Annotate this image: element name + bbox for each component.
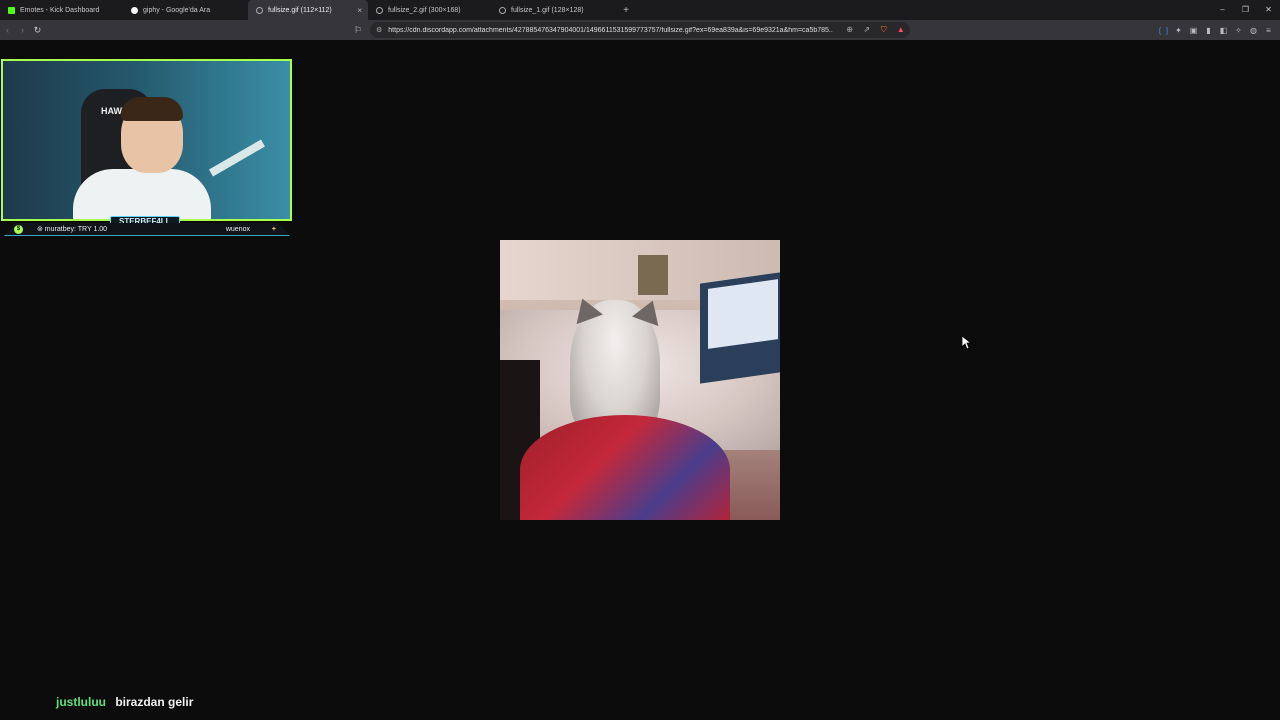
webcam-frame: HAWK: [1, 59, 292, 221]
window-controls: – ❐ ✕: [1211, 0, 1280, 20]
tab-title: fullsize.gif (112×112): [268, 6, 332, 14]
tab-title: fullsize_1.gif (128×128): [511, 6, 584, 14]
tab-fullsize-gif[interactable]: fullsize.gif (112×112) ×: [248, 0, 368, 20]
tab-title: giphy - Google'da Ara: [143, 6, 211, 14]
url-text[interactable]: https://cdn.discordapp.com/attachments/4…: [388, 27, 833, 34]
address-bar[interactable]: ⚙ https://cdn.discordapp.com/attachments…: [370, 22, 910, 38]
extensions-icon[interactable]: ✦: [1171, 26, 1186, 35]
site-settings-icon[interactable]: ⚙: [376, 26, 382, 34]
latest-follower: wuenox: [225, 225, 250, 233]
vpn-icon[interactable]: ◍: [1246, 26, 1261, 35]
google-icon: [131, 6, 138, 14]
menu-icon[interactable]: ≡: [1261, 26, 1276, 35]
tab-title: fullsize_2.gif (300×168): [388, 6, 461, 14]
ai-sparkle-icon[interactable]: ✧: [1231, 26, 1246, 35]
tab-strip: Emotes - Kick Dashboard giphy - Google'd…: [0, 0, 1280, 20]
plus-icon: +: [271, 225, 276, 233]
chat-text: birazdan gelir: [115, 695, 194, 709]
close-window-button[interactable]: ✕: [1257, 0, 1280, 20]
desk-lamp: [209, 139, 265, 177]
tab-kick-dashboard[interactable]: Emotes - Kick Dashboard: [0, 0, 123, 20]
leo-ai-icon[interactable]: ❲❳: [1156, 26, 1171, 35]
tab-fullsize-1-gif[interactable]: fullsize_1.gif (128×128): [491, 0, 614, 20]
tab-google-search[interactable]: giphy - Google'da Ara: [123, 0, 246, 20]
coin-icon: $: [14, 224, 23, 234]
sidebar-icon[interactable]: ▮: [1201, 26, 1216, 35]
bookmark-icon[interactable]: ⚐: [352, 23, 364, 37]
streamer-hair: [121, 97, 183, 121]
kick-icon: [8, 6, 15, 14]
gif-image[interactable]: [500, 240, 780, 520]
tab-title: Emotes - Kick Dashboard: [20, 6, 100, 14]
screenshot-icon[interactable]: ▣: [1186, 26, 1201, 35]
chat-username: justluluu: [56, 695, 106, 709]
reload-button[interactable]: ↻: [30, 25, 45, 36]
zoom-icon[interactable]: ⊕: [841, 25, 858, 35]
webcam-overlay: HAWK STERBEF4LL $ ⊚ muratbey: TRY 1.00 w…: [0, 59, 292, 237]
new-tab-button[interactable]: +: [620, 5, 632, 16]
back-button[interactable]: ‹: [0, 25, 15, 35]
browser-toolbar: ‹ › ↻ ⚐ ⚙ https://cdn.discordapp.com/att…: [0, 20, 1280, 40]
chat-message: justluluu birazdan gelir: [56, 695, 193, 709]
gif-blanket: [520, 415, 730, 520]
tab-fullsize-2-gif[interactable]: fullsize_2.gif (300×168): [368, 0, 491, 20]
latest-donation: ⊚ muratbey: TRY 1.00: [37, 226, 108, 233]
wallet-icon[interactable]: ◧: [1216, 26, 1231, 35]
maximize-button[interactable]: ❐: [1234, 0, 1257, 20]
donation-bar: $ ⊚ muratbey: TRY 1.00 wuenox +: [4, 223, 290, 236]
globe-icon: [256, 6, 263, 14]
forward-button[interactable]: ›: [15, 25, 30, 35]
toolbar-extensions: ❲❳ ✦ ▣ ▮ ◧ ✧ ◍ ≡: [1156, 20, 1276, 40]
brave-shield-icon[interactable]: ⛉: [875, 25, 892, 35]
globe-icon: [376, 6, 383, 14]
streamer-shirt: [73, 169, 211, 219]
globe-icon: [499, 6, 506, 14]
rewards-icon[interactable]: ▲: [892, 25, 909, 35]
address-bar-icons: ⊕ ⇗ ⛉ ▲: [841, 25, 909, 35]
gif-laptop-screen: [708, 279, 778, 349]
minimize-button[interactable]: –: [1211, 0, 1234, 20]
close-tab-icon[interactable]: ×: [357, 6, 362, 15]
share-icon[interactable]: ⇗: [858, 25, 875, 35]
gif-wall-frame: [638, 255, 668, 295]
